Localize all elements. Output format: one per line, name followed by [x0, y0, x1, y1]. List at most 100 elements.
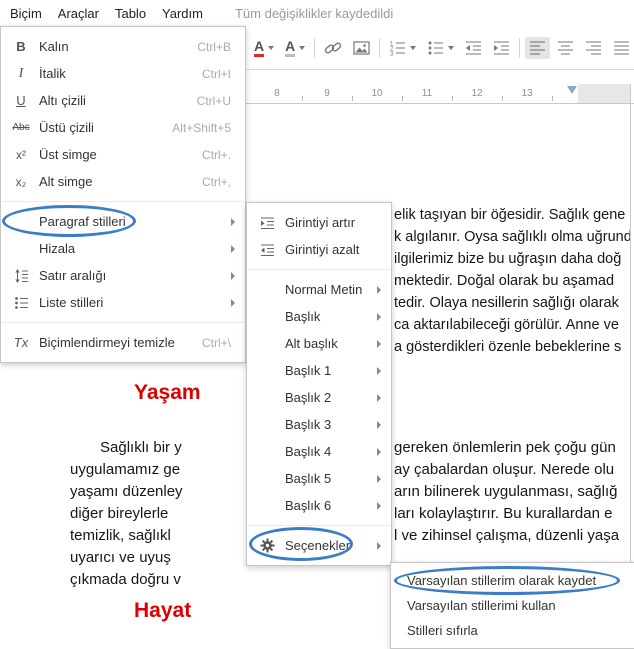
menu-item-satir-araligi[interactable]: Satır aralığı	[1, 262, 245, 289]
document-text-line: a gösterdikleri özenle bebeklerine s	[394, 339, 622, 355]
menu-item-baslik-5[interactable]: Başlık 5	[247, 465, 391, 492]
menu-item-label: Normal Metin	[285, 282, 363, 297]
menu-item-ustu-cizili[interactable]: Abc Üstü çizili Alt+Shift+5	[1, 114, 245, 141]
menu-item-girintiyi-azalt[interactable]: Girintiyi azalt	[247, 236, 391, 263]
menu-item-secenekler[interactable]: Seçenekler	[247, 532, 391, 559]
document-text-line: uyarıcı ve uyuş	[70, 549, 171, 566]
decrease-indent-button[interactable]	[461, 37, 486, 59]
justify-icon	[614, 41, 630, 55]
submenu-arrow-icon	[377, 501, 381, 510]
submenu-arrow-icon	[377, 285, 381, 294]
menu-item-label: Varsayılan stillerim olarak kaydet	[407, 573, 597, 588]
document-text-line: ları kolaylaştırır. Bu kurallardan e	[394, 505, 613, 522]
menu-item-normal-metin[interactable]: Normal Metin	[247, 276, 391, 303]
decrease-indent-icon	[255, 243, 279, 257]
menu-bicim[interactable]: Biçim	[2, 6, 50, 21]
submenu-arrow-icon	[377, 541, 381, 550]
right-indent-marker[interactable]	[567, 86, 577, 94]
insert-link-button[interactable]	[320, 37, 346, 59]
align-center-button[interactable]	[553, 37, 578, 59]
menu-item-varsayilan-kullan[interactable]: Varsayılan stillerimi kullan	[391, 593, 634, 618]
align-left-icon	[530, 41, 546, 55]
menu-item-liste-stilleri[interactable]: Liste stilleri	[1, 289, 245, 316]
menu-item-shortcut: Ctrl+\	[201, 335, 231, 350]
submenu-arrow-icon	[377, 366, 381, 375]
decrease-indent-icon	[466, 41, 482, 55]
document-text-line: arın bilinerek uygulanması, sağlığ	[394, 483, 618, 500]
submenu-arrow-icon	[231, 271, 235, 280]
menu-item-label: Başlık	[285, 309, 321, 324]
menu-item-label: Stilleri sıfırla	[407, 623, 478, 638]
submenu-arrow-icon	[377, 474, 381, 483]
image-icon	[353, 41, 370, 55]
menu-item-paragraf-stilleri[interactable]: Paragraf stilleri	[1, 208, 245, 235]
menu-item-ust-simge[interactable]: x² Üst simge Ctrl+.	[1, 141, 245, 168]
chevron-down-icon	[410, 46, 417, 50]
menu-item-girintiyi-artir[interactable]: Girintiyi artır	[247, 209, 391, 236]
menu-item-stilleri-sifirla[interactable]: Stilleri sıfırla	[391, 618, 634, 643]
toolbar-separator	[379, 38, 381, 58]
menu-item-bicimlendirmeyi-temizle[interactable]: Tx Biçimlendirmeyi temizle Ctrl+\	[1, 329, 245, 356]
menu-item-kalin[interactable]: B Kalın Ctrl+B	[1, 33, 245, 60]
menu-item-baslik-1[interactable]: Başlık 1	[247, 357, 391, 384]
submenu-arrow-icon	[377, 339, 381, 348]
subscript-icon: x₂	[15, 174, 27, 189]
italic-icon: I	[18, 65, 24, 81]
menu-item-baslik-2[interactable]: Başlık 2	[247, 384, 391, 411]
menu-item-hizala[interactable]: Hizala	[1, 235, 245, 262]
menu-item-label: Üstü çizili	[39, 120, 94, 135]
svg-text:3: 3	[390, 52, 394, 57]
menu-tablo[interactable]: Tablo	[107, 6, 154, 21]
menu-item-italik[interactable]: I İtalik Ctrl+I	[1, 60, 245, 87]
document-text-line: tedir. Olaya nesillerin sağlığı olarak	[394, 295, 619, 311]
superscript-icon: x²	[16, 147, 26, 162]
menu-item-label: Girintiyi artır	[285, 215, 356, 230]
numbered-list-button[interactable]: 123	[385, 37, 420, 59]
menu-item-alt-simge[interactable]: x₂ Alt simge Ctrl+,	[1, 168, 245, 195]
menu-item-baslik[interactable]: Başlık	[247, 303, 391, 330]
menu-item-label: Girintiyi azalt	[285, 242, 360, 257]
menu-yardim[interactable]: Yardım	[154, 6, 211, 21]
document-paragraph-fragment: elik taşıyan bir öğesidir. Sağlık gene k…	[394, 204, 634, 358]
menu-araclar[interactable]: Araçlar	[50, 6, 107, 21]
document-paragraph-left-fragment: Sağlıklı bir y uygulamamız ge yaşamı düz…	[70, 437, 247, 591]
submenu-arrow-icon	[377, 420, 381, 429]
align-right-button[interactable]	[581, 37, 606, 59]
menu-item-label: Hizala	[39, 241, 76, 256]
menu-item-alti-cizili[interactable]: U Altı çizili Ctrl+U	[1, 87, 245, 114]
menu-item-label: Kalın	[39, 39, 69, 54]
menu-item-baslik-6[interactable]: Başlık 6	[247, 492, 391, 519]
menu-item-shortcut: Ctrl+I	[201, 66, 231, 81]
clear-formatting-icon: Tx	[13, 335, 29, 350]
align-center-icon	[558, 41, 574, 55]
menu-separator	[2, 322, 244, 323]
document-heading-hayat: Hayat	[134, 599, 192, 622]
increase-indent-button[interactable]	[489, 37, 514, 59]
menu-item-label: Varsayılan stillerimi kullan	[407, 598, 556, 613]
justify-button[interactable]	[609, 37, 634, 59]
menu-item-label: Başlık 4	[285, 444, 332, 459]
document-text-line: ilgilerimiz bize bu uğraşın daha doğ	[394, 251, 622, 267]
chevron-down-icon	[299, 46, 306, 50]
insert-image-button[interactable]	[349, 37, 374, 59]
submenu-arrow-icon	[231, 244, 235, 253]
submenu-arrow-icon	[231, 298, 235, 307]
document-text-line: k algılanır. Oysa sağlıklı olma uğrund	[394, 229, 632, 245]
menu-item-alt-baslik[interactable]: Alt başlık	[247, 330, 391, 357]
line-spacing-icon	[9, 268, 33, 283]
bulleted-list-button[interactable]	[423, 37, 458, 59]
align-left-button[interactable]	[525, 37, 551, 59]
menu-item-label: Liste stilleri	[39, 295, 104, 310]
text-color-button[interactable]: A	[250, 36, 278, 60]
menu-item-baslik-4[interactable]: Başlık 4	[247, 438, 391, 465]
highlight-color-button[interactable]: A	[281, 36, 309, 60]
submenu-arrow-icon	[377, 393, 381, 402]
scrollbar-track[interactable]	[630, 84, 631, 632]
menu-item-shortcut: Ctrl+,	[201, 174, 231, 189]
document-text-line: uygulamamız ge	[70, 461, 181, 478]
menu-item-baslik-3[interactable]: Başlık 3	[247, 411, 391, 438]
menu-item-label: Satır aralığı	[39, 268, 107, 283]
document-text-line: diğer bireylerle	[70, 505, 169, 522]
menu-item-varsayilan-kaydet[interactable]: Varsayılan stillerim olarak kaydet	[391, 568, 634, 593]
menu-item-shortcut: Ctrl+U	[196, 93, 231, 108]
